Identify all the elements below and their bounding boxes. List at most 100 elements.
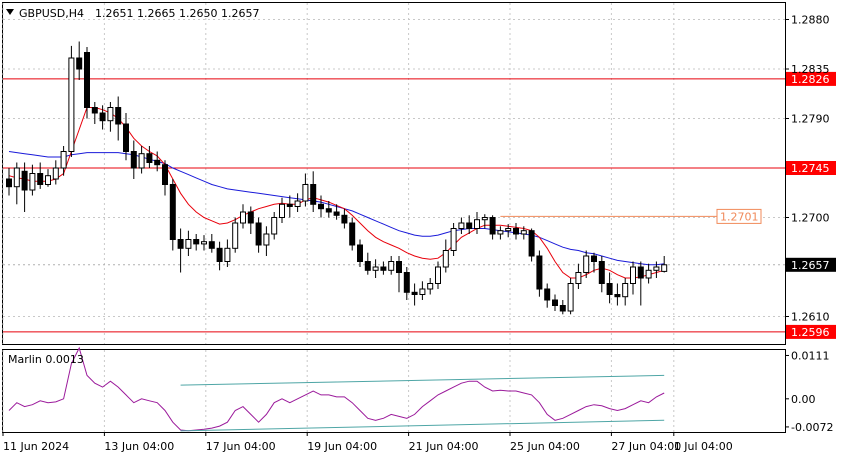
bull-candle-body	[505, 228, 512, 232]
bull-candle-body	[450, 228, 457, 251]
bear-candle-body	[403, 272, 410, 293]
bear-candle-body	[99, 112, 106, 122]
bull-candle-body	[224, 247, 231, 263]
price-tick-label: 1.2880	[791, 14, 830, 27]
candle	[84, 47, 90, 119]
bull-candle-body	[68, 57, 75, 152]
time-tick-label: 11 Jun 2024	[3, 440, 69, 453]
bear-candle-body	[614, 294, 621, 298]
bear-candle-body	[364, 261, 371, 271]
bear-candle-body	[37, 173, 44, 185]
osc-tick-label: 0.0111	[791, 349, 830, 362]
bull-candle-body	[45, 175, 51, 185]
bear-candle-body	[310, 184, 317, 205]
bull-candle-body	[630, 266, 636, 284]
bear-candle-body	[84, 52, 90, 108]
price-panel-frame	[2, 2, 786, 345]
bear-candle-body	[146, 153, 153, 163]
bear-candle-body	[380, 266, 387, 271]
bull-candle-body	[442, 250, 449, 268]
bear-candle-body	[76, 57, 83, 70]
bear-candle-body	[528, 230, 535, 257]
bear-candle-body	[247, 211, 254, 224]
bull-candle-body	[435, 266, 441, 284]
bull-candle-body	[52, 167, 59, 180]
bear-candle-body	[598, 261, 605, 284]
bear-candle-body	[255, 222, 262, 246]
bull-candle-body	[201, 241, 207, 245]
indicator-panel-frame	[2, 349, 786, 433]
osc-tick-label: 0.00	[791, 393, 816, 406]
ohlc-label: 1.2651 1.2665 1.2650 1.2657	[95, 7, 259, 20]
bear-candle-body	[130, 151, 137, 169]
price-tick-label: 1.2835	[791, 63, 830, 76]
bear-candle-body	[318, 203, 324, 210]
bull-candle-body	[232, 222, 239, 249]
bear-candle-body	[162, 164, 168, 185]
bull-candle-body	[583, 255, 590, 273]
bull-candle-body	[29, 173, 36, 191]
bull-candle-body	[661, 264, 668, 272]
bear-candle-body	[591, 255, 597, 262]
bull-candle-body	[575, 272, 582, 284]
bear-candle-body	[489, 217, 496, 235]
bear-candle-body	[169, 184, 176, 240]
time-tick-label: 13 Jun 04:00	[104, 440, 174, 453]
bull-candle-body	[13, 167, 20, 188]
bull-candle-body	[185, 239, 192, 249]
bear-candle-body	[177, 239, 184, 249]
bull-candle-body	[474, 219, 480, 229]
bull-candle-body	[388, 261, 395, 271]
bull-candle-body	[279, 203, 285, 219]
bear-candle-body	[357, 244, 363, 262]
bull-candle-body	[567, 283, 574, 312]
bull-candle-body	[372, 266, 379, 271]
bull-candle-body	[458, 222, 465, 229]
bull-candle-body	[107, 107, 114, 122]
bear-candle-body	[544, 288, 551, 301]
time-tick-label: 1 Jul 04:00	[674, 440, 733, 453]
bear-candle-body	[6, 178, 12, 188]
bull-candle-body	[294, 200, 301, 207]
bear-candle-body	[333, 211, 340, 216]
level-label: 1.2745	[791, 162, 830, 175]
bull-candle-body	[138, 153, 145, 169]
candle	[169, 179, 176, 251]
time-tick-label: 17 Jun 04:00	[206, 440, 276, 453]
bear-candle-body	[115, 107, 122, 125]
bear-candle-body	[154, 159, 161, 166]
chart-canvas: 1.28261.27451.27011.2596 1.28801.28351.2…	[2, 2, 836, 453]
bear-candle-body	[325, 208, 332, 213]
bull-candle-body	[653, 266, 660, 271]
current-price-label: 1.2657	[791, 259, 830, 272]
bear-candle-body	[349, 222, 356, 246]
bear-candle-body	[536, 255, 543, 290]
bull-candle-body	[60, 151, 67, 169]
osc-tick-label: -0.0072	[791, 421, 833, 434]
bear-candle-body	[208, 241, 215, 249]
price-tick-label: 1.2610	[791, 311, 830, 324]
bull-candle-body	[481, 217, 488, 221]
candle	[567, 278, 574, 315]
candle	[68, 45, 75, 157]
bear-candle-body	[411, 291, 418, 295]
bull-candle-body	[240, 211, 246, 224]
bear-candle-body	[606, 283, 613, 295]
bear-candle-body	[559, 305, 566, 312]
bear-candle-body	[466, 222, 473, 229]
time-tick-label: 27 Jun 04:00	[611, 440, 681, 453]
time-tick-label: 21 Jun 04:00	[409, 440, 479, 453]
time-tick-label: 19 Jun 04:00	[307, 440, 377, 453]
price-tick-label: 1.2700	[791, 212, 830, 225]
time-axis: 11 Jun 2024 13 Jun 04:00 17 Jun 04:00 19 Ju…	[2, 432, 733, 453]
bull-candle-body	[645, 269, 652, 279]
symbol-label: GBPUSD,H4	[19, 7, 84, 20]
level-label: 1.2596	[791, 326, 830, 339]
bear-candle-body	[21, 170, 28, 191]
price-tick-label: 1.2790	[791, 113, 830, 126]
bear-candle-body	[637, 266, 644, 279]
bear-candle-body	[286, 203, 293, 208]
bear-candle-body	[341, 214, 348, 224]
bull-candle-body	[263, 233, 270, 246]
bull-candle-body	[302, 184, 309, 202]
